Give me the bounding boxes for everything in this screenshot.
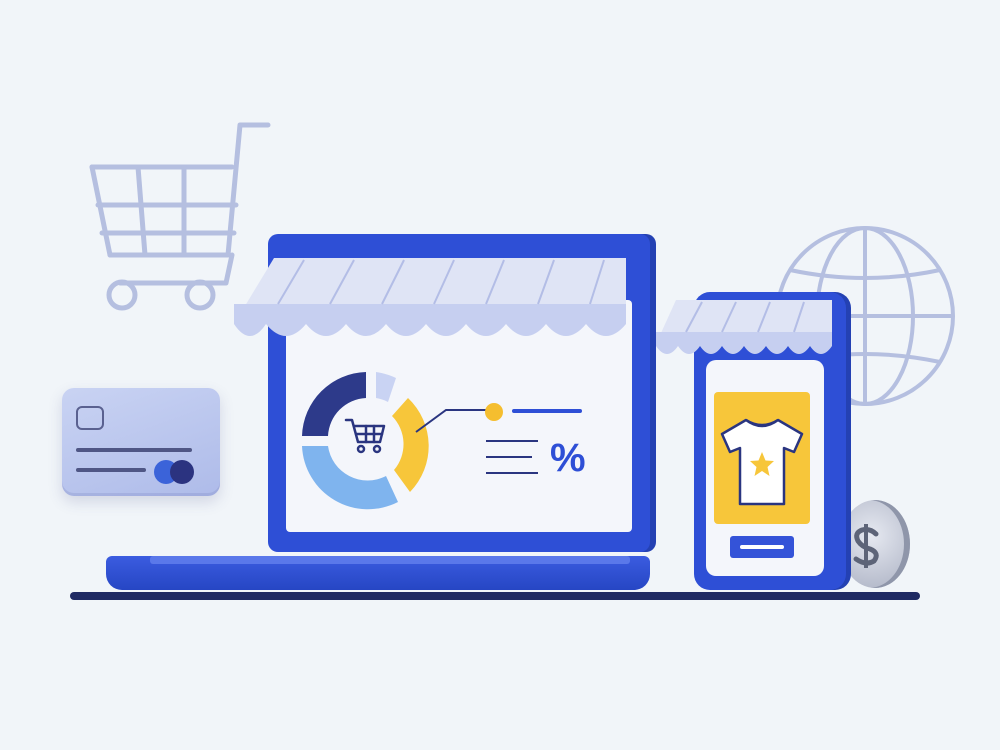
highlight-dot <box>485 403 503 421</box>
laptop-base-edge <box>150 556 630 564</box>
card-name-line <box>76 468 146 472</box>
phone-awning-icon <box>656 300 832 354</box>
star-icon <box>750 452 774 476</box>
shop-awning-icon <box>234 258 626 336</box>
card-logo-circle-right <box>170 460 194 484</box>
credit-card-icon <box>62 388 220 496</box>
card-chip-icon <box>76 406 104 430</box>
dollar-sign-icon <box>853 524 879 568</box>
card-number-line <box>76 448 192 452</box>
ecommerce-illustration: % <box>0 0 1000 750</box>
desk-surface <box>70 592 920 600</box>
info-line-2 <box>486 456 532 458</box>
info-line-3 <box>486 472 538 474</box>
highlight-bar <box>512 409 582 413</box>
info-line-1 <box>486 440 538 442</box>
buy-button-label-line <box>740 545 784 549</box>
chart-pointer-line <box>415 409 486 433</box>
discount-percent-symbol: % <box>550 436 586 480</box>
cart-icon <box>344 418 386 454</box>
